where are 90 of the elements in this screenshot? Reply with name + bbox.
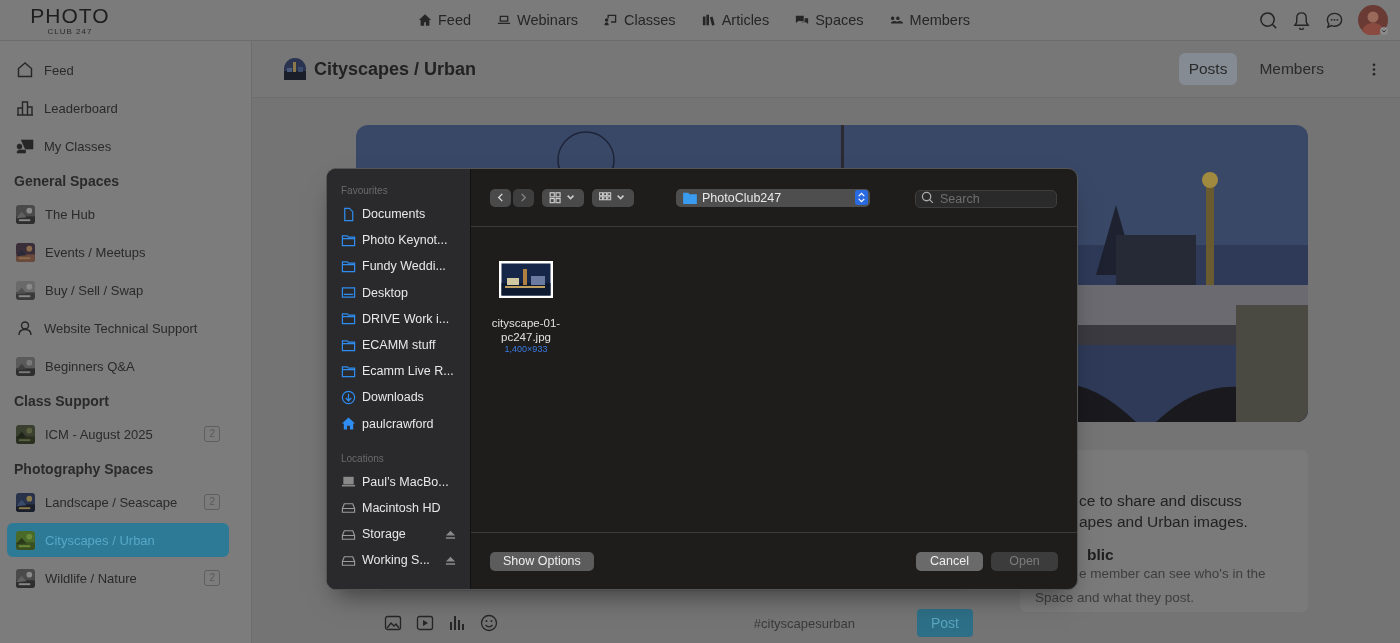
- nav-link[interactable]: Classes: [604, 12, 676, 28]
- sidebar-item[interactable]: Fundy Weddi...: [341, 253, 470, 280]
- eject-icon[interactable]: [445, 554, 456, 566]
- drive-icon: [341, 500, 356, 516]
- bell-icon[interactable]: [1292, 10, 1311, 30]
- more-icon[interactable]: [1372, 62, 1376, 76]
- sidebar-item[interactable]: Macintosh HD: [341, 494, 470, 522]
- nav-link[interactable]: Webinars: [497, 12, 579, 28]
- image-icon[interactable]: [384, 614, 402, 632]
- presentation-icon: [16, 137, 34, 155]
- sidebar-item[interactable]: Beginners Q&A: [7, 349, 229, 383]
- logo-title: PHOTO: [30, 4, 110, 27]
- view-button[interactable]: [542, 188, 584, 207]
- tab[interactable]: Members: [1249, 53, 1334, 85]
- description-text: apes and Urban images.: [1078, 512, 1249, 532]
- bar-chart-icon[interactable]: [448, 614, 466, 632]
- search-icon: [921, 191, 934, 204]
- file-name: cityscape-01-pc247.jpg: [490, 316, 562, 344]
- tab[interactable]: Posts: [1178, 53, 1238, 85]
- sidebar-item[interactable]: The Hub: [7, 197, 229, 231]
- folder-icon: [341, 258, 356, 274]
- sidebar-item[interactable]: DRIVE Work i...: [341, 305, 470, 332]
- smiley-icon[interactable]: [480, 614, 498, 632]
- folder-icon: [341, 363, 356, 379]
- sidebar-item[interactable]: Photo Keynot...: [341, 227, 470, 254]
- sidebar-item[interactable]: Paul’s MacBo...: [341, 468, 470, 495]
- books-icon: [701, 13, 716, 27]
- folder-dropdown[interactable]: PhotoClub247: [676, 188, 870, 207]
- sidebar-item[interactable]: Working S...: [341, 547, 470, 574]
- back-button[interactable]: [490, 188, 511, 207]
- forward-button[interactable]: [513, 188, 534, 207]
- sidebar-item[interactable]: Downloads: [341, 384, 470, 411]
- section-heading: Favourites: [341, 185, 389, 196]
- logo-subtitle: CLUB 247: [47, 26, 93, 36]
- desktop-icon: [341, 285, 356, 301]
- nav-link[interactable]: Articles: [701, 12, 770, 28]
- bar-chart-icon: [16, 99, 34, 117]
- download-icon: [341, 389, 356, 405]
- laptop-icon: [497, 13, 512, 27]
- sidebar-item[interactable]: Events / Meetups: [7, 235, 229, 269]
- folder-icon: [341, 337, 356, 353]
- sidebar-item[interactable]: Desktop: [341, 279, 470, 306]
- space-title: Cityscapes / Urban: [314, 58, 477, 80]
- person-icon: [16, 319, 34, 337]
- nav-link[interactable]: Feed: [418, 12, 472, 28]
- sidebar-item[interactable]: Leaderboard: [7, 91, 229, 125]
- sidebar-item[interactable]: Feed: [7, 53, 229, 87]
- section-heading: General Spaces: [14, 173, 121, 189]
- search-field[interactable]: Search: [915, 189, 1057, 208]
- hashtag: #cityscapesurban: [753, 615, 855, 631]
- privacy-text: e member can see who's in the: [1079, 566, 1267, 581]
- folder-icon: [341, 232, 356, 248]
- sidebar-item[interactable]: Website Technical Support: [7, 311, 229, 345]
- chevron-right-icon: [519, 193, 528, 202]
- privacy-text: Space and what they post.: [1035, 590, 1196, 605]
- sidebar-item[interactable]: paulcrawford: [341, 410, 470, 437]
- sidebar-item[interactable]: Ecamm Live R...: [341, 358, 470, 385]
- sidebar-item[interactable]: ECAMM stuff: [341, 331, 470, 359]
- grid-caret-icon: [549, 191, 577, 204]
- post-button[interactable]: Post: [917, 609, 973, 637]
- nav-link[interactable]: Members: [889, 12, 970, 28]
- sidebar-item[interactable]: Documents: [341, 201, 470, 228]
- show-options-button[interactable]: Show Options: [490, 551, 594, 571]
- section-heading: Class Support: [14, 393, 110, 409]
- board-icon: [604, 13, 619, 27]
- description-text: ce to share and discuss: [1078, 491, 1243, 511]
- cancel-button[interactable]: Cancel: [916, 551, 983, 571]
- house-icon: [341, 416, 356, 432]
- chevron-left-icon: [496, 193, 505, 202]
- folder-icon: [683, 191, 697, 204]
- nav-link[interactable]: Spaces: [795, 12, 864, 28]
- chat-icon[interactable]: [1325, 10, 1344, 30]
- document-icon: [341, 206, 356, 222]
- privacy-title: blic: [1087, 546, 1115, 564]
- eject-icon[interactable]: [445, 528, 456, 540]
- file-dimensions: 1,400×933: [504, 344, 548, 354]
- sidebar-item[interactable]: My Classes: [7, 129, 229, 163]
- group-icon: [889, 13, 904, 27]
- search-icon[interactable]: [1259, 10, 1278, 30]
- house-icon: [418, 13, 432, 27]
- user-avatar[interactable]: [1358, 5, 1388, 35]
- stepper-icon: [855, 190, 868, 205]
- folder-icon: [341, 311, 356, 327]
- section-heading: Photography Spaces: [14, 461, 155, 477]
- house-icon: [16, 61, 34, 79]
- sidebar-item[interactable]: Buy / Sell / Swap: [7, 273, 229, 307]
- video-icon[interactable]: [416, 614, 434, 632]
- group-button[interactable]: [592, 188, 634, 207]
- section-heading: Locations: [341, 452, 385, 464]
- sidebar-item[interactable]: Storage: [341, 521, 470, 548]
